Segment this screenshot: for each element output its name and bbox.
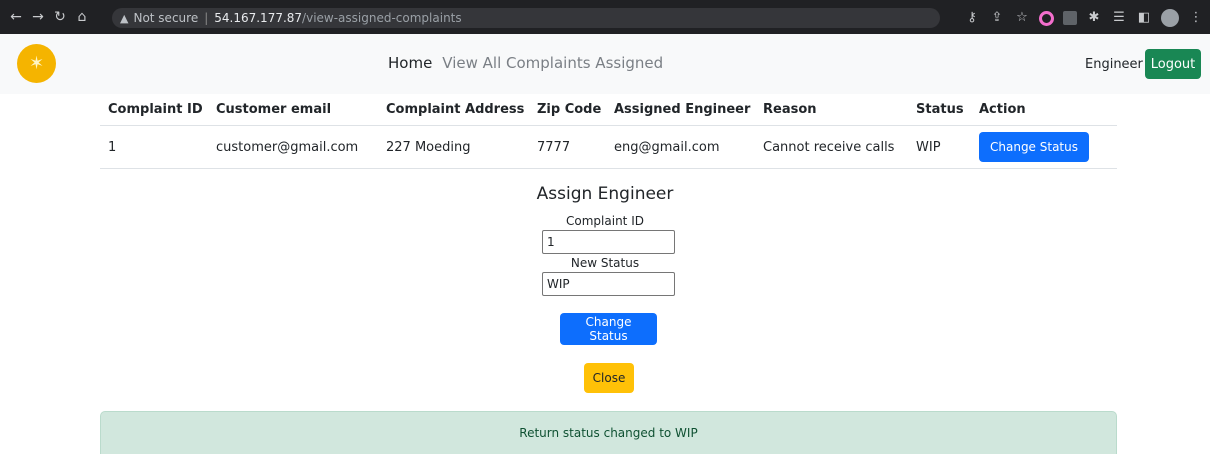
logout-button[interactable]: Logout: [1145, 49, 1201, 79]
extension-icon[interactable]: [1063, 11, 1077, 25]
reading-list-icon[interactable]: ☰: [1111, 8, 1127, 28]
side-panel-icon[interactable]: ◧: [1136, 8, 1152, 28]
url-host: 54.167.177.87: [214, 11, 303, 25]
complaint-id-input[interactable]: [542, 230, 675, 254]
new-status-label: New Status: [570, 256, 640, 270]
user-role-label: Engineer: [1085, 57, 1143, 72]
nav-view-complaints-link[interactable]: View All Complaints Assigned: [442, 54, 663, 72]
address-separator: |: [204, 11, 209, 25]
cell-complaint-id: 1: [108, 139, 117, 155]
form-title: Assign Engineer: [536, 184, 674, 204]
change-status-row-button[interactable]: Change Status: [979, 132, 1089, 162]
key-icon[interactable]: ⚷: [964, 8, 980, 28]
cell-customer-email: customer@gmail.com: [216, 139, 359, 155]
status-alert: Return status changed to WIP: [100, 411, 1117, 454]
address-bar[interactable]: ▲ Not secure | 54.167.177.87/view-assign…: [112, 8, 940, 28]
home-icon[interactable]: ⌂: [72, 9, 92, 25]
app-navbar: ✶ Home View All Complaints Assigned Engi…: [0, 34, 1210, 94]
header-assigned-engineer: Assigned Engineer: [614, 102, 751, 117]
menu-kebab-icon[interactable]: ⋮: [1188, 8, 1204, 28]
header-customer-email: Customer email: [216, 102, 332, 117]
header-status: Status: [916, 102, 964, 117]
share-icon[interactable]: ⇪: [989, 8, 1005, 28]
nav-home-link[interactable]: Home: [388, 54, 432, 72]
puzzle-icon[interactable]: ✱: [1086, 8, 1102, 28]
browser-actions: ⚷ ⇪ ☆ ✱ ☰ ◧ ⋮: [964, 8, 1204, 28]
table-header-row: Complaint ID Customer email Complaint Ad…: [100, 94, 1117, 126]
header-complaint-id: Complaint ID: [108, 102, 203, 117]
warning-icon: ▲: [120, 11, 129, 25]
cell-assigned-engineer: eng@gmail.com: [614, 139, 720, 155]
new-status-input[interactable]: [542, 272, 675, 296]
header-action: Action: [979, 102, 1026, 117]
change-status-submit-button[interactable]: Change Status: [560, 313, 657, 345]
cell-status: WIP: [916, 139, 941, 155]
nav-links: Home View All Complaints Assigned: [388, 54, 663, 72]
star-icon[interactable]: ☆: [1014, 8, 1030, 28]
complaint-id-label: Complaint ID: [566, 214, 644, 228]
cell-zip-code: 7777: [537, 139, 571, 155]
satellite-icon[interactable]: ✶: [17, 44, 56, 83]
table-row: 1 customer@gmail.com 227 Moeding 7777 en…: [100, 126, 1117, 169]
header-zip-code: Zip Code: [537, 102, 602, 117]
cell-complaint-address: 227 Moeding: [386, 139, 471, 155]
profile-avatar-icon[interactable]: [1161, 9, 1179, 27]
back-arrow-icon[interactable]: ←: [6, 9, 26, 25]
cell-reason: Cannot receive calls: [763, 139, 895, 155]
close-button[interactable]: Close: [584, 363, 634, 393]
header-reason: Reason: [763, 102, 817, 117]
header-complaint-address: Complaint Address: [386, 102, 525, 117]
cell-action: Change Status: [979, 126, 1089, 168]
reload-icon[interactable]: ↻: [50, 9, 70, 25]
security-label: Not secure: [133, 11, 199, 25]
forward-arrow-icon[interactable]: →: [28, 9, 48, 25]
extension-ring-icon[interactable]: [1039, 10, 1054, 26]
browser-toolbar: ← → ↻ ⌂ ▲ Not secure | 54.167.177.87/vie…: [0, 0, 1210, 34]
url-path: /view-assigned-complaints: [302, 11, 462, 25]
complaints-table: Complaint ID Customer email Complaint Ad…: [100, 94, 1117, 169]
